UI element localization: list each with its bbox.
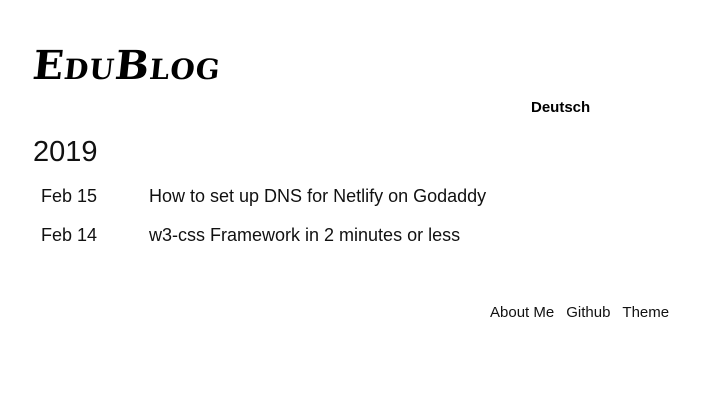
about-me-link[interactable]: About Me: [490, 304, 554, 321]
theme-link[interactable]: Theme: [622, 304, 669, 321]
list-item: Feb 14 w3-css Framework in 2 minutes or …: [41, 225, 486, 264]
footer-nav: About Me Github Theme: [490, 304, 669, 321]
page: EduBlog Deutsch 2019 Feb 15 How to set u…: [0, 0, 707, 416]
post-date: Feb 14: [41, 225, 98, 245]
archive-year-heading: 2019: [33, 136, 98, 168]
site-logo-link[interactable]: EduBlog: [30, 40, 224, 92]
post-title-link[interactable]: w3-css Framework in 2 minutes or less: [149, 225, 460, 246]
list-item: Feb 15 How to set up DNS for Netlify on …: [41, 186, 486, 225]
post-title-link[interactable]: How to set up DNS for Netlify on Godaddy: [149, 186, 486, 207]
language-switch-link[interactable]: Deutsch: [531, 99, 590, 116]
post-date: Feb 15: [41, 186, 98, 206]
github-link[interactable]: Github: [566, 304, 610, 321]
post-list: Feb 15 How to set up DNS for Netlify on …: [41, 186, 486, 264]
